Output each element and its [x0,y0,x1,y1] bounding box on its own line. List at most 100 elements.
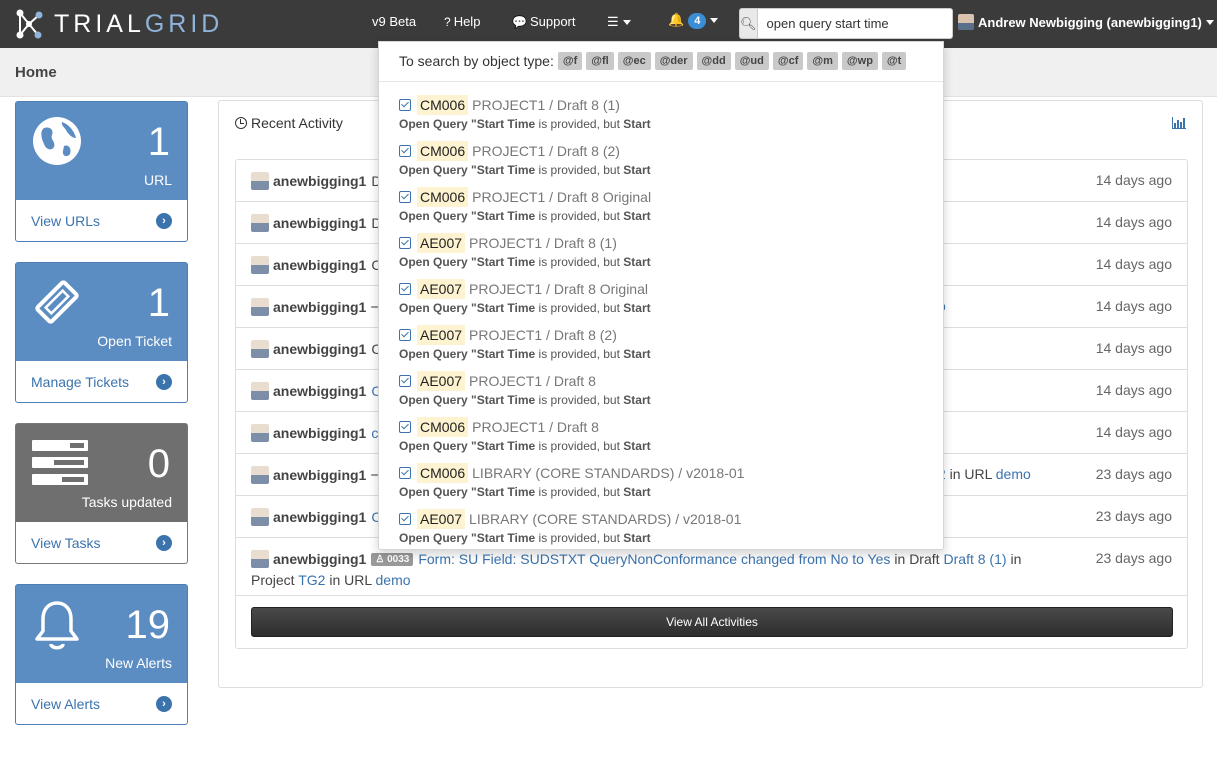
search-result[interactable]: CM006 LIBRARY (CORE STANDARDS) / v2018-01… [399,462,929,506]
snippet-text: is provided, but [538,209,620,223]
search-result[interactable]: AE007 PROJECT1 / Draft 8 Open Query "Star… [399,370,929,414]
activity-user[interactable]: anewbigging1 [273,425,366,441]
list-icon: ☰ [607,14,619,29]
activity-time: 14 days ago [1095,382,1172,398]
snippet-highlight: Start [623,163,651,177]
activity-user[interactable]: anewbigging1 [273,467,366,483]
activity-time: 14 days ago [1095,256,1172,272]
snippet-highlight: Start [623,301,651,315]
type-chip[interactable]: @wp [841,52,878,70]
result-code: CM006 [417,187,469,207]
snippet-highlight: "Start Time [471,209,536,223]
bar-chart-icon[interactable] [1172,117,1186,129]
avatar [251,298,269,316]
search-type-hint: To search by object type: @f @fl @ec @de… [399,52,910,70]
check-square-icon [399,283,411,295]
activity-time: 14 days ago [1095,172,1172,188]
snippet-highlight: Open Query [399,255,468,269]
activity-text: Project [251,572,295,588]
snippet-highlight: Open Query [399,117,468,131]
avatar [251,214,269,232]
snippet-highlight: Open Query [399,439,468,453]
check-square-icon [399,145,411,157]
type-chip[interactable]: @ud [734,52,769,70]
result-code: CM006 [417,95,469,115]
result-code: CM006 [417,141,469,161]
search-result[interactable]: CM006 PROJECT1 / Draft 8 (1) Open Query "… [399,94,929,138]
search-result[interactable]: AE007 PROJECT1 / Draft 8 Original Open Qu… [399,278,929,322]
activity-link[interactable]: Form: SU Field: SUDSTXT QueryNonConforma… [418,551,890,567]
support-link[interactable]: 💬 Support [512,14,576,29]
help-label: Help [453,14,481,29]
list-footer: View All Activities [236,596,1187,648]
card-caption: Open Ticket [97,333,172,349]
brand-trial: TRIAL [54,9,145,38]
manage-tickets-link[interactable]: Manage Tickets › [16,361,187,402]
type-chip[interactable]: @cf [772,52,804,70]
project-link[interactable]: TG2 [298,572,325,588]
avatar [251,256,269,274]
type-chip[interactable]: @dd [696,52,731,70]
user-menu[interactable]: Andrew Newbigging (anewbigging1) [958,14,1214,30]
url-link[interactable]: demo [996,466,1031,482]
activity-user[interactable]: anewbigging1 [273,215,366,231]
panel-title-text: Recent Activity [251,115,343,131]
search-icon: 🔍︎ [740,15,757,31]
version-link[interactable]: v9 Beta [372,14,416,29]
view-tasks-link[interactable]: View Tasks › [16,522,187,563]
search-result[interactable]: CM006 PROJECT1 / Draft 8 (2) Open Query "… [399,140,929,184]
type-chip[interactable]: @ec [617,52,651,70]
snippet-text: is provided, but [538,485,620,499]
view-alerts-link[interactable]: View Alerts › [16,683,187,724]
draft-link[interactable]: Draft 8 (1) [944,551,1007,567]
activity-user[interactable]: anewbigging1 [273,257,366,273]
search-result[interactable]: AE007 LIBRARY (CORE STANDARDS) / v2018-01… [399,508,929,552]
activity-user[interactable]: anewbigging1 [273,341,366,357]
search-result[interactable]: AE007 PROJECT1 / Draft 8 (2) Open Query "… [399,324,929,368]
snippet-highlight: Open Query [399,347,468,361]
activity-user[interactable]: anewbigging1 [273,173,366,189]
clock-icon [235,117,247,129]
activity-user[interactable]: anewbigging1 [273,551,366,567]
url-link[interactable]: demo [376,572,411,588]
search-result[interactable]: AE007 PROJECT1 / Draft 8 (1) Open Query "… [399,232,929,276]
activity-time: 14 days ago [1095,424,1172,440]
brand-logo[interactable]: TRIALGRID [14,6,223,42]
activity-user[interactable]: anewbigging1 [273,383,366,399]
list-menu-toggle[interactable]: ☰ [607,14,631,30]
snippet-highlight: "Start Time [471,163,536,177]
activity-user[interactable]: anewbigging1 [273,299,366,315]
type-chip[interactable]: @fl [586,52,614,70]
type-chip[interactable]: @f [557,52,583,70]
check-square-icon [399,99,411,111]
view-all-activities-button[interactable]: View All Activities [251,607,1173,637]
card-caption: Tasks updated [81,494,172,510]
snippet-text: is provided, but [538,255,620,269]
help-link[interactable]: ? Help [444,14,480,29]
type-chip[interactable]: @m [807,52,838,70]
snippet-highlight: "Start Time [471,255,536,269]
search-button[interactable]: 🔍︎ [739,8,757,39]
activity-text: in Draft [894,551,940,567]
snippet-highlight: "Start Time [471,439,536,453]
avatar [251,550,269,568]
activity-user[interactable]: anewbigging1 [273,509,366,525]
search-input[interactable] [756,8,953,39]
type-chip[interactable]: @der [654,52,693,70]
arrow-right-circle-icon: › [156,373,172,390]
activity-time: 23 days ago [1095,466,1172,482]
card-caption: New Alerts [105,655,172,671]
card-count: 19 [125,603,171,647]
card-count: 0 [147,442,170,486]
search-result[interactable]: CM006 PROJECT1 / Draft 8 Original Open Qu… [399,186,929,230]
search-result[interactable]: CM006 PROJECT1 / Draft 8 Open Query "Star… [399,416,929,460]
user-name: Andrew Newbigging (anewbigging1) [978,14,1202,30]
activity-time: 23 days ago [1095,508,1172,524]
notifications-toggle[interactable]: 🔔 4 [668,12,719,29]
type-chip[interactable]: @t [881,52,907,70]
row-tag: ♙ 0033 [371,552,414,566]
brand-grid: GRID [144,9,224,38]
check-square-icon [399,513,411,525]
avatar [251,172,269,190]
view-urls-link[interactable]: View URLs › [16,200,187,241]
